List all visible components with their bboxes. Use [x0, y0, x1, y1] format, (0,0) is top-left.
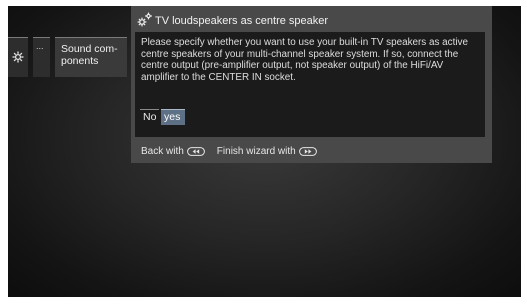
- more-label: ...: [36, 41, 44, 51]
- finish-label: Finish wizard with: [216, 145, 296, 157]
- rewind-key-icon: [186, 146, 205, 156]
- option-no-button[interactable]: No: [140, 109, 159, 125]
- finish-hint[interactable]: Finish wizard with: [217, 146, 317, 157]
- back-label: Back with: [141, 145, 184, 157]
- back-hint[interactable]: Back with: [141, 146, 205, 157]
- menu-item-sound-components[interactable]: Sound com- ponents: [55, 37, 127, 77]
- menu-item-more[interactable]: ...: [33, 37, 50, 77]
- gear-icon: [12, 51, 24, 63]
- dialog-title: TV loudspeakers as centre speaker: [155, 15, 329, 27]
- dialog-footer: Back with Finish wizard with: [141, 144, 317, 158]
- gears-icon: [137, 12, 152, 27]
- tv-screen: ... Sound com- ponents TV loudspeakers a…: [8, 6, 521, 297]
- option-yes-button[interactable]: yes: [161, 109, 185, 125]
- menu-item-settings[interactable]: [8, 37, 28, 77]
- wizard-dialog: TV loudspeakers as centre speaker Please…: [131, 6, 492, 163]
- sound-components-label: Sound com- ponents: [61, 43, 118, 67]
- dialog-description: Please specify whether you want to use y…: [141, 37, 468, 83]
- dialog-body: Please specify whether you want to use y…: [135, 32, 485, 137]
- forward-key-icon: [298, 146, 317, 156]
